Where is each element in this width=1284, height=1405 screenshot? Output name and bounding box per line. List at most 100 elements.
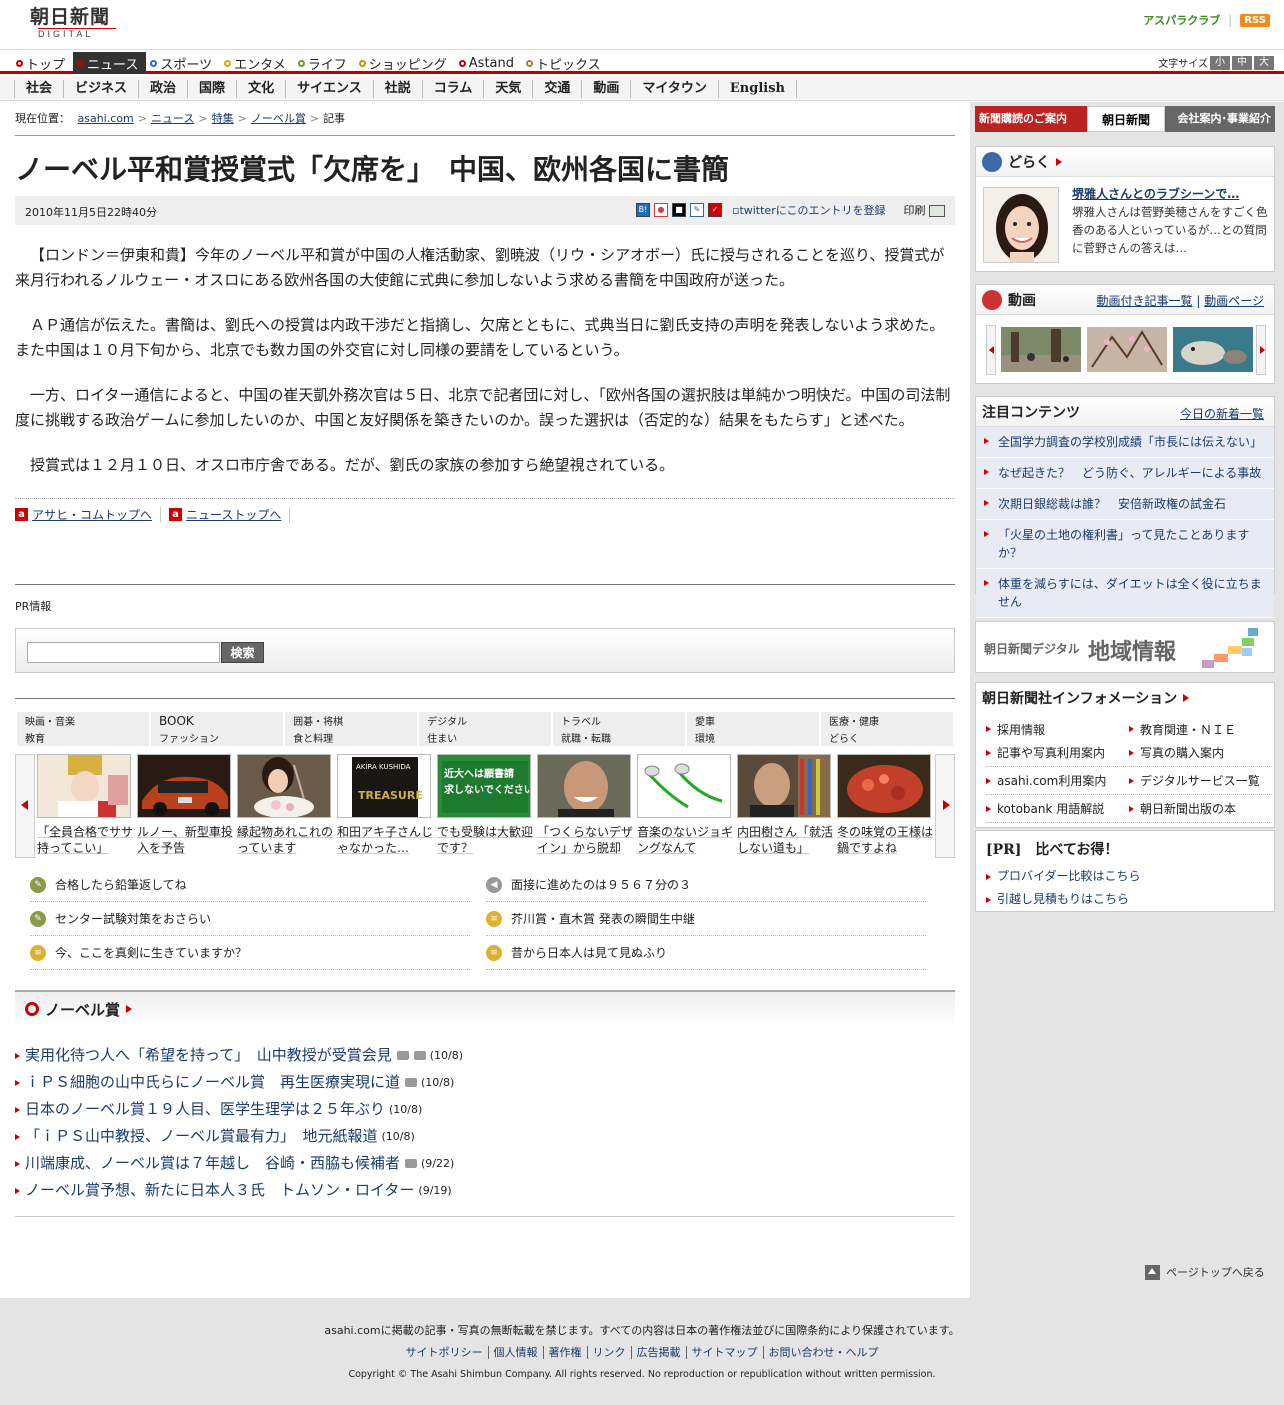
category-nav-item[interactable]: 文化 [236, 80, 285, 98]
category-nav-item[interactable]: English [717, 80, 797, 98]
video-prev-button[interactable] [986, 325, 996, 375]
carousel-thumbnail[interactable]: AKIRA KUSHIDA TREASURE [337, 754, 431, 818]
carousel-thumbnail[interactable] [637, 754, 731, 818]
asahi-info-header[interactable]: 朝日新聞社インフォメーション [976, 683, 1274, 713]
hatena-bookmark-icon[interactable]: B! [635, 203, 650, 217]
video-page-link[interactable]: 動画ページ [1204, 294, 1264, 308]
video-article-list-link[interactable]: 動画付き記事一覧 [1097, 294, 1193, 308]
global-nav-4[interactable]: ライフ [294, 52, 355, 74]
carousel-item[interactable]: 「つくらないデザイン」から脱却 [537, 754, 633, 856]
global-nav-0[interactable]: トップ [12, 52, 73, 74]
carousel-caption[interactable]: 「全員合格でササ持ってこい」 [37, 824, 133, 856]
carousel-item[interactable]: 縁起物あれこれのっています [237, 754, 333, 856]
carousel-thumbnail[interactable] [37, 754, 131, 818]
category-link[interactable]: どらく [820, 729, 953, 746]
carousel-item[interactable]: ルノー、新型車投入を予告 [137, 754, 233, 856]
video-thumbnail[interactable] [1173, 327, 1253, 372]
aspara-club-link[interactable]: アスパラクラブ [1143, 12, 1220, 28]
video-next-button[interactable] [1256, 325, 1266, 375]
category-link[interactable]: 映画・音楽 [17, 712, 149, 729]
category-link[interactable]: トラベル [553, 712, 686, 729]
category-nav-item[interactable]: 交通 [532, 80, 581, 98]
category-link[interactable]: 医療・健康 [820, 712, 953, 729]
carousel-thumbnail[interactable] [737, 754, 831, 818]
breadcrumb-item[interactable]: 特集 [212, 112, 234, 125]
carousel-caption[interactable]: でも受験は大歓迎です？ [437, 824, 533, 856]
global-nav-3[interactable]: エンタメ [220, 52, 294, 74]
category-nav-item[interactable]: コラム [421, 80, 484, 98]
category-nav-item[interactable]: サイエンス [285, 80, 373, 98]
delicious-icon[interactable]: ■ [671, 203, 686, 217]
footer-link[interactable]: リンク [587, 1346, 632, 1359]
carousel-thumbnail[interactable]: 近大へは願書請 求しないでください [437, 754, 531, 818]
breadcrumb-item[interactable]: ニュース [151, 112, 194, 125]
category-nav-item[interactable]: 社会 [14, 80, 63, 98]
featured-content-link[interactable]: 「火星の土地の権利書」って見たことありますか？ [976, 520, 1274, 569]
footer-link[interactable]: サイトマップ [686, 1346, 764, 1359]
carousel-item[interactable]: 内田樹さん「就活しない道も」 [737, 754, 833, 856]
print-link[interactable]: 印刷 [904, 202, 945, 218]
info-link[interactable]: 採用情報 [986, 721, 1129, 738]
global-nav-1[interactable]: ニュース [73, 52, 147, 74]
pickup-link[interactable]: ≡ 今、ここを真剣に生きていますか？ [30, 936, 470, 970]
carousel-caption[interactable]: 縁起物あれこれのっています [237, 824, 333, 856]
pr-link[interactable]: 引越し見積もりはこちら [986, 888, 1274, 911]
nifty-clip-icon[interactable]: ✓ [707, 203, 722, 217]
featured-content-link[interactable]: 全国学力調査の学校別成績「市長には伝えない」 [976, 427, 1274, 458]
video-thumbnail[interactable] [1087, 327, 1167, 372]
nobel-article-link[interactable]: 川端康成、ノーベル賞は７年越し 谷崎・西脇も候補者 [25, 1150, 400, 1177]
category-nav-item[interactable]: マイタウン [630, 80, 717, 98]
global-nav-7[interactable]: トピックス [522, 52, 609, 74]
font-size-large-button[interactable]: 大 [1254, 55, 1274, 70]
carousel-item[interactable]: 冬の味覚の王様は鍋ですよね [837, 754, 933, 856]
carousel-item[interactable]: 「全員合格でササ持ってこい」 [37, 754, 133, 856]
footer-link[interactable]: 個人情報 [488, 1346, 544, 1359]
category-link[interactable]: 住まい [419, 729, 552, 746]
regional-info-banner[interactable]: 朝日新聞デジタル 地域情報 [975, 621, 1275, 673]
category-nav-item[interactable]: 動画 [581, 80, 630, 98]
category-link[interactable]: 愛車 [687, 712, 819, 729]
rss-icon[interactable]: RSS [1240, 13, 1270, 27]
livedoor-clip-icon[interactable]: ✎ [689, 203, 704, 217]
footer-link[interactable]: サイトポリシー [400, 1346, 489, 1359]
pickup-link[interactable]: ◀ 面接に進めたのは９５６７分の３ [486, 868, 926, 902]
category-link[interactable]: 食と料理 [285, 729, 418, 746]
doraku-article-title[interactable]: 堺雅人さんとのラブシーンで… [1072, 185, 1239, 202]
global-nav-2[interactable]: スポーツ [146, 52, 220, 74]
carousel-thumbnail[interactable] [137, 754, 231, 818]
carousel-caption[interactable]: ルノー、新型車投入を予告 [137, 824, 233, 856]
twitter-share-link[interactable]: ▫twitterにこのエントリを登録 [732, 202, 886, 218]
font-size-medium-button[interactable]: 中 [1232, 55, 1252, 70]
category-nav-item[interactable]: 政治 [138, 80, 187, 98]
nobel-article-link[interactable]: ノーベル賞予想、新たに日本人３氏 トムソン・ロイター [25, 1177, 414, 1204]
category-nav-item[interactable]: ビジネス [63, 80, 138, 98]
category-link[interactable]: BOOK [151, 712, 284, 729]
news-top-link[interactable]: a ニューストップへ [169, 506, 281, 523]
carousel-caption[interactable]: 音楽のないジョギングなんて [637, 824, 733, 856]
nobel-article-link[interactable]: 日本のノーベル賞１９人目、医学生理学は２５年ぶり [25, 1096, 385, 1123]
pickup-link[interactable]: ≡ 芥川賞・直木賞 発表の瞬間生中継 [486, 902, 926, 936]
pickup-link[interactable]: ✎ 合格したら鉛筆返してね [30, 868, 470, 902]
asahi-digital-logo[interactable]: 朝日新聞 DIGITAL [30, 6, 120, 39]
category-nav-item[interactable]: 社説 [372, 80, 422, 98]
subscription-banner[interactable]: 新聞購読のご案内 朝日新聞 会社案内･事業紹介 [975, 106, 1275, 132]
footer-link[interactable]: お問い合わせ・ヘルプ [764, 1346, 884, 1359]
info-link[interactable]: 朝日新聞出版の本 [1129, 800, 1272, 817]
category-link[interactable]: 囲碁・将棋 [285, 712, 418, 729]
nobel-article-link[interactable]: ｉＰＳ細胞の山中氏らにノーベル賞 再生医療実現に道 [25, 1069, 400, 1096]
category-link[interactable]: 環境 [687, 729, 819, 746]
info-link[interactable]: デジタルサービス一覧 [1129, 772, 1272, 789]
featured-content-link[interactable]: 体重を減らすには、ダイエットは全く役に立ちません [976, 569, 1274, 618]
search-button[interactable]: 検索 [221, 642, 264, 663]
video-thumbnail[interactable] [1001, 327, 1081, 372]
carousel-item[interactable]: 音楽のないジョギングなんて [637, 754, 733, 856]
global-nav-5[interactable]: ショッピング [355, 52, 455, 74]
nobel-section-header[interactable]: ノーベル賞 [15, 992, 955, 1026]
todays-new-list-link[interactable]: 今日の新着一覧 [1180, 405, 1264, 422]
carousel-next-button[interactable] [935, 754, 955, 858]
carousel-thumbnail[interactable] [837, 754, 931, 818]
pr-link[interactable]: プロバイダー比較はこちら [986, 865, 1274, 888]
carousel-caption[interactable]: 冬の味覚の王様は鍋ですよね [837, 824, 933, 856]
footer-link[interactable]: 広告掲載 [631, 1346, 687, 1359]
carousel-caption[interactable]: 和田アキ子さんじゃなかった… [337, 824, 433, 856]
